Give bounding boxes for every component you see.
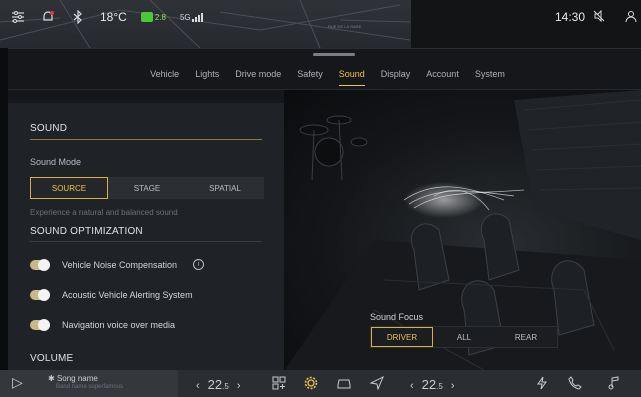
tab-sound[interactable]: Sound — [331, 63, 373, 89]
toggle-row-noise-compensation: Vehicle Noise Compensation i — [30, 258, 205, 271]
panel-grabber[interactable] — [313, 53, 355, 56]
navigation-icon[interactable] — [369, 375, 384, 393]
focus-rear[interactable]: REAR — [495, 327, 557, 347]
sound-settings: SOUND Sound Mode — [8, 103, 284, 371]
media-widget[interactable]: ▷ ✱ Song name Band name superfamous — [0, 370, 178, 397]
info-icon[interactable]: i — [193, 259, 205, 270]
sound-section-divider — [30, 139, 262, 140]
clock: 14:30 — [554, 10, 585, 24]
settings-sliders-icon[interactable] — [10, 9, 26, 25]
tab-account[interactable]: Account — [418, 63, 467, 89]
temp-left-decrease[interactable]: ‹ — [196, 380, 200, 392]
tab-display[interactable]: Display — [373, 63, 419, 89]
settings-panel: Vehicle Lights Drive mode Safety Sound D… — [8, 48, 641, 371]
charging-icon[interactable] — [536, 376, 548, 393]
noise-compensation-label: Vehicle Noise Compensation — [62, 259, 178, 270]
settings-tabs: Vehicle Lights Drive mode Safety Sound D… — [8, 63, 641, 89]
temp-right-value: 22.5 — [421, 377, 443, 392]
avas-toggle[interactable] — [30, 289, 50, 301]
eco-badge: 2.8 — [140, 12, 166, 22]
status-right-area: 14:30 — [411, 0, 641, 48]
map-street-label: RUE DE LA GARE — [328, 24, 362, 29]
sound-section-title: SOUND — [30, 123, 68, 134]
sound-mode-selector: SOURCE STAGE SPATIAL — [30, 177, 264, 199]
music-icon[interactable] — [608, 376, 620, 393]
sound-mode-source[interactable]: SOURCE — [30, 177, 108, 199]
sound-focus-selector: DRIVER ALL REAR — [370, 326, 558, 348]
optimization-divider — [30, 241, 262, 242]
noise-compensation-toggle[interactable] — [30, 258, 50, 271]
bluetooth-icon — [70, 9, 86, 25]
leaf-icon — [140, 12, 153, 22]
temp-right-increase[interactable]: › — [451, 380, 455, 392]
play-icon[interactable]: ▷ — [12, 374, 23, 391]
phone-icon[interactable] — [568, 376, 582, 393]
volume-title: VOLUME — [30, 353, 74, 364]
focus-driver[interactable]: DRIVER — [371, 327, 433, 347]
tab-vehicle[interactable]: Vehicle — [142, 63, 187, 89]
tab-safety[interactable]: Safety — [289, 63, 331, 89]
temp-left-value: 22.5 — [207, 377, 229, 392]
notification-icon[interactable] — [40, 9, 56, 25]
sound-focus-label: Sound Focus — [370, 312, 424, 322]
bluetooth-small-icon: ✱ — [48, 374, 57, 383]
song-title-row: ✱ Song name — [48, 374, 98, 383]
user-icon[interactable] — [625, 10, 637, 25]
apps-grid-icon[interactable] — [272, 376, 286, 393]
car-icon[interactable] — [336, 376, 352, 393]
climate-right: ‹ 22.5 › — [410, 377, 454, 392]
bottom-dock: ▷ ✱ Song name Band name superfamous ‹ 22… — [0, 370, 641, 397]
sound-mode-stage[interactable]: STAGE — [108, 177, 186, 199]
toggle-row-nav-voice: Navigation voice over media — [30, 319, 176, 331]
avas-label: Acoustic Vehicle Alerting System — [62, 290, 193, 300]
status-bar: RUE DE LA GARE 18°C 2.8 5G 14:30 — [0, 0, 641, 48]
nav-voice-label: Navigation voice over media — [62, 320, 176, 330]
network-type: 5G — [179, 12, 191, 22]
sound-mode-hint: Experience a natural and balanced sound — [30, 208, 178, 217]
toggle-row-avas: Acoustic Vehicle Alerting System — [30, 289, 193, 301]
sound-mode-label: Sound Mode — [30, 157, 82, 167]
sound-mode-spatial[interactable]: SPATIAL — [186, 177, 264, 199]
song-name: Song name — [56, 374, 98, 383]
eco-value: 2.8 — [154, 12, 166, 22]
outside-temperature: 18°C — [100, 10, 127, 24]
tab-system[interactable]: System — [467, 63, 513, 89]
focus-all[interactable]: ALL — [433, 327, 495, 347]
song-artist: Band name superfamous — [56, 384, 124, 390]
signal-icon: 5G — [179, 12, 203, 22]
sound-optimization-title: SOUND OPTIMIZATION — [30, 226, 143, 237]
temp-left-increase[interactable]: › — [237, 380, 241, 392]
temp-right-decrease[interactable]: ‹ — [410, 380, 414, 392]
nav-voice-toggle[interactable] — [30, 319, 50, 331]
settings-gear-icon[interactable] — [304, 376, 318, 393]
mute-icon[interactable] — [593, 9, 605, 25]
climate-left: ‹ 22.5 › — [196, 377, 240, 392]
tab-lights[interactable]: Lights — [187, 63, 227, 89]
tab-drive-mode[interactable]: Drive mode — [227, 63, 289, 89]
